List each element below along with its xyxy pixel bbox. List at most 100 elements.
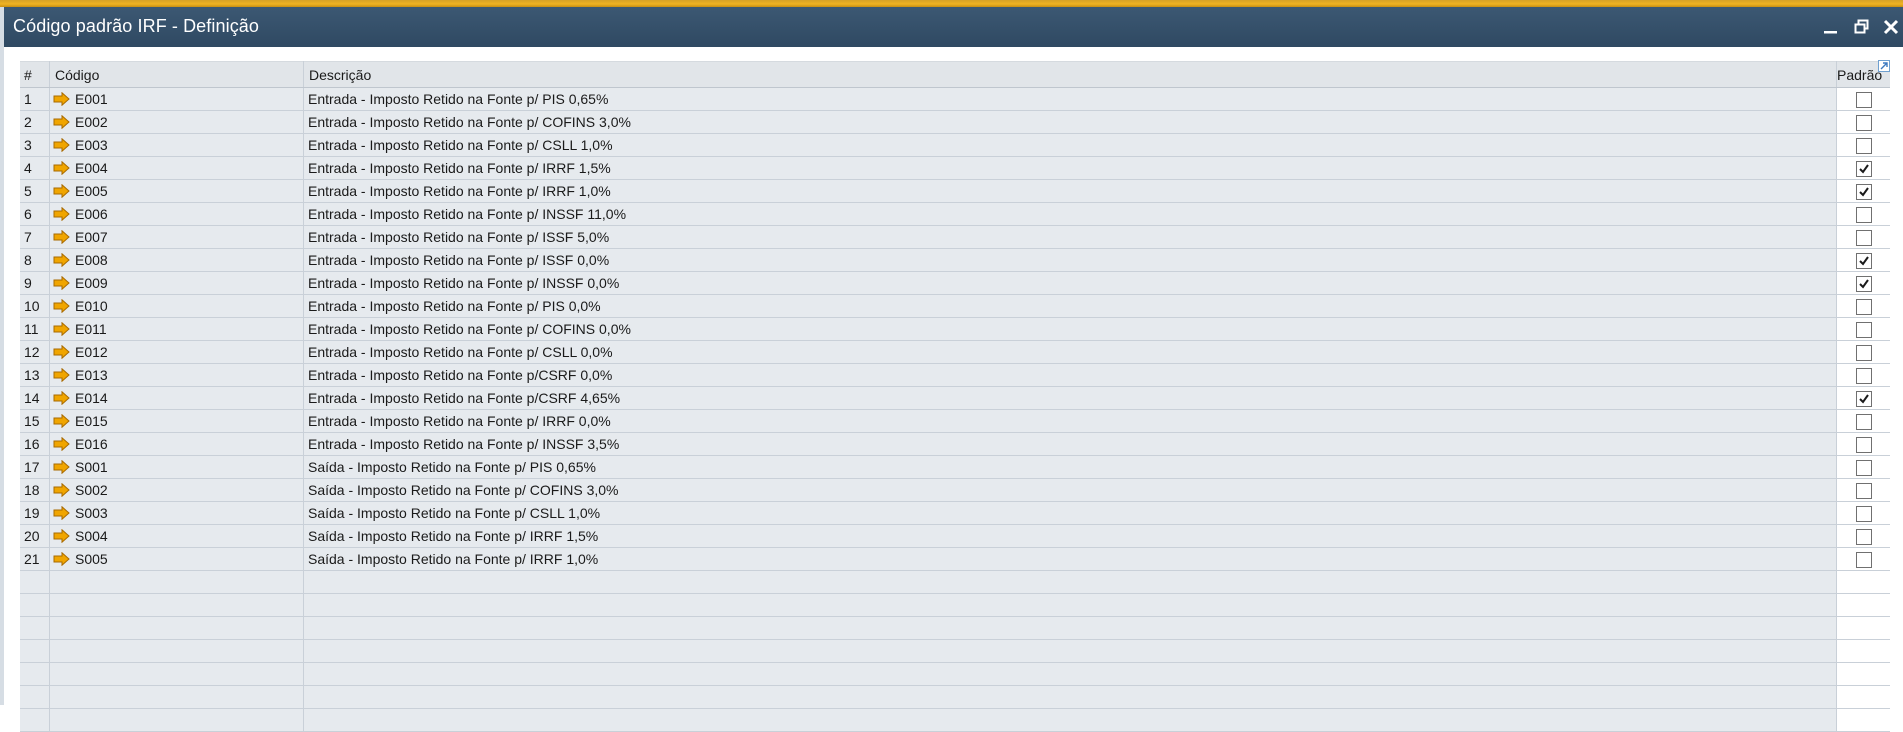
default-checkbox[interactable]	[1855, 321, 1872, 338]
table-row[interactable]: 10 E010 Entrada - Imposto Retido na Fonte …	[20, 294, 1890, 318]
orange-link-arrow-icon[interactable]	[53, 551, 70, 567]
orange-link-arrow-icon[interactable]	[53, 160, 70, 176]
code-cell[interactable]: E013	[49, 363, 304, 387]
empty-cell[interactable]	[303, 616, 1837, 640]
empty-cell[interactable]	[49, 685, 304, 709]
default-checkbox[interactable]	[1855, 229, 1872, 246]
empty-table-row[interactable]	[20, 593, 1890, 617]
code-cell[interactable]: E010	[49, 294, 304, 318]
empty-cell[interactable]	[303, 708, 1837, 732]
description-cell[interactable]: Saída - Imposto Retido na Fonte p/ PIS 0…	[303, 455, 1837, 479]
description-cell[interactable]: Entrada - Imposto Retido na Fonte p/ CSL…	[303, 133, 1837, 157]
table-row[interactable]: 11 E011 Entrada - Imposto Retido na Fonte …	[20, 317, 1890, 341]
code-cell[interactable]: E002	[49, 110, 304, 134]
orange-link-arrow-icon[interactable]	[53, 321, 70, 337]
code-cell[interactable]: E006	[49, 202, 304, 226]
default-checkbox[interactable]	[1855, 551, 1872, 568]
default-checkbox[interactable]	[1855, 298, 1872, 315]
description-cell[interactable]: Entrada - Imposto Retido na Fonte p/ INS…	[303, 432, 1837, 456]
default-checkbox[interactable]	[1855, 91, 1872, 108]
code-cell[interactable]: E005	[49, 179, 304, 203]
description-cell[interactable]: Entrada - Imposto Retido na Fonte p/ IRR…	[303, 409, 1837, 433]
empty-cell[interactable]	[303, 593, 1837, 617]
description-cell[interactable]: Entrada - Imposto Retido na Fonte p/ ISS…	[303, 248, 1837, 272]
table-row[interactable]: 4 E004 Entrada - Imposto Retido na Fonte p…	[20, 156, 1890, 180]
code-cell[interactable]: E007	[49, 225, 304, 249]
default-checkbox[interactable]	[1855, 482, 1872, 499]
empty-cell[interactable]	[49, 662, 304, 686]
table-row[interactable]: 19 S003 Saída - Imposto Retido na Fonte p/…	[20, 501, 1890, 525]
orange-link-arrow-icon[interactable]	[53, 390, 70, 406]
table-row[interactable]: 15 E015 Entrada - Imposto Retido na Fonte …	[20, 409, 1890, 433]
default-checkbox[interactable]	[1855, 528, 1872, 545]
table-row[interactable]: 1 E001 Entrada - Imposto Retido na Fonte p…	[20, 87, 1890, 111]
orange-link-arrow-icon[interactable]	[53, 298, 70, 314]
restore-button[interactable]	[1847, 7, 1877, 47]
empty-table-row[interactable]	[20, 570, 1890, 594]
table-row[interactable]: 21 S005 Saída - Imposto Retido na Fonte p/…	[20, 547, 1890, 571]
table-row[interactable]: 9 E009 Entrada - Imposto Retido na Fonte p…	[20, 271, 1890, 295]
description-cell[interactable]: Entrada - Imposto Retido na Fonte p/ IRR…	[303, 156, 1837, 180]
description-cell[interactable]: Entrada - Imposto Retido na Fonte p/ PIS…	[303, 294, 1837, 318]
code-cell[interactable]: E009	[49, 271, 304, 295]
default-checkbox[interactable]	[1855, 252, 1872, 269]
default-checkbox[interactable]	[1855, 114, 1872, 131]
default-checkbox[interactable]	[1855, 160, 1872, 177]
description-cell[interactable]: Entrada - Imposto Retido na Fonte p/ CSL…	[303, 340, 1837, 364]
default-checkbox[interactable]	[1855, 275, 1872, 292]
code-cell[interactable]: S001	[49, 455, 304, 479]
description-cell[interactable]: Entrada - Imposto Retido na Fonte p/CSRF…	[303, 363, 1837, 387]
table-row[interactable]: 8 E008 Entrada - Imposto Retido na Fonte p…	[20, 248, 1890, 272]
empty-cell[interactable]	[303, 685, 1837, 709]
description-cell[interactable]: Entrada - Imposto Retido na Fonte p/ COF…	[303, 317, 1837, 341]
orange-link-arrow-icon[interactable]	[53, 275, 70, 291]
code-cell[interactable]: E001	[49, 87, 304, 111]
empty-cell[interactable]	[303, 662, 1837, 686]
orange-link-arrow-icon[interactable]	[53, 183, 70, 199]
code-cell[interactable]: S005	[49, 547, 304, 571]
table-row[interactable]: 16 E016 Entrada - Imposto Retido na Fonte …	[20, 432, 1890, 456]
table-row[interactable]: 20 S004 Saída - Imposto Retido na Fonte p/…	[20, 524, 1890, 548]
column-header-num[interactable]: #	[20, 61, 50, 88]
table-row[interactable]: 17 S001 Saída - Imposto Retido na Fonte p/…	[20, 455, 1890, 479]
table-row[interactable]: 2 E002 Entrada - Imposto Retido na Fonte p…	[20, 110, 1890, 134]
orange-link-arrow-icon[interactable]	[53, 505, 70, 521]
close-button[interactable]	[1876, 7, 1903, 47]
minimize-button[interactable]	[1816, 7, 1846, 47]
empty-cell[interactable]	[303, 639, 1837, 663]
table-row[interactable]: 5 E005 Entrada - Imposto Retido na Fonte p…	[20, 179, 1890, 203]
default-checkbox[interactable]	[1855, 390, 1872, 407]
description-cell[interactable]: Entrada - Imposto Retido na Fonte p/ IRR…	[303, 179, 1837, 203]
empty-cell[interactable]	[49, 593, 304, 617]
default-checkbox[interactable]	[1855, 183, 1872, 200]
default-checkbox[interactable]	[1855, 206, 1872, 223]
description-cell[interactable]: Entrada - Imposto Retido na Fonte p/ INS…	[303, 202, 1837, 226]
column-header-code[interactable]: Código	[49, 61, 304, 88]
description-cell[interactable]: Saída - Imposto Retido na Fonte p/ IRRF …	[303, 524, 1837, 548]
code-cell[interactable]: E004	[49, 156, 304, 180]
description-cell[interactable]: Entrada - Imposto Retido na Fonte p/ INS…	[303, 271, 1837, 295]
empty-table-row[interactable]	[20, 639, 1890, 663]
default-checkbox[interactable]	[1855, 413, 1872, 430]
orange-link-arrow-icon[interactable]	[53, 413, 70, 429]
default-checkbox[interactable]	[1855, 367, 1872, 384]
column-header-description[interactable]: Descrição	[303, 61, 1837, 88]
orange-link-arrow-icon[interactable]	[53, 91, 70, 107]
table-row[interactable]: 6 E006 Entrada - Imposto Retido na Fonte p…	[20, 202, 1890, 226]
code-cell[interactable]: E008	[49, 248, 304, 272]
orange-link-arrow-icon[interactable]	[53, 229, 70, 245]
empty-cell[interactable]	[49, 570, 304, 594]
code-cell[interactable]: S002	[49, 478, 304, 502]
code-cell[interactable]: E011	[49, 317, 304, 341]
table-row[interactable]: 14 E014 Entrada - Imposto Retido na Fonte …	[20, 386, 1890, 410]
code-cell[interactable]: E016	[49, 432, 304, 456]
table-row[interactable]: 12 E012 Entrada - Imposto Retido na Fonte …	[20, 340, 1890, 364]
orange-link-arrow-icon[interactable]	[53, 528, 70, 544]
description-cell[interactable]: Entrada - Imposto Retido na Fonte p/ ISS…	[303, 225, 1837, 249]
empty-table-row[interactable]	[20, 685, 1890, 709]
table-row[interactable]: 3 E003 Entrada - Imposto Retido na Fonte p…	[20, 133, 1890, 157]
title-bar[interactable]: Código padrão IRF - Definição	[4, 7, 1903, 47]
orange-link-arrow-icon[interactable]	[53, 344, 70, 360]
empty-cell[interactable]	[49, 708, 304, 732]
orange-link-arrow-icon[interactable]	[53, 137, 70, 153]
